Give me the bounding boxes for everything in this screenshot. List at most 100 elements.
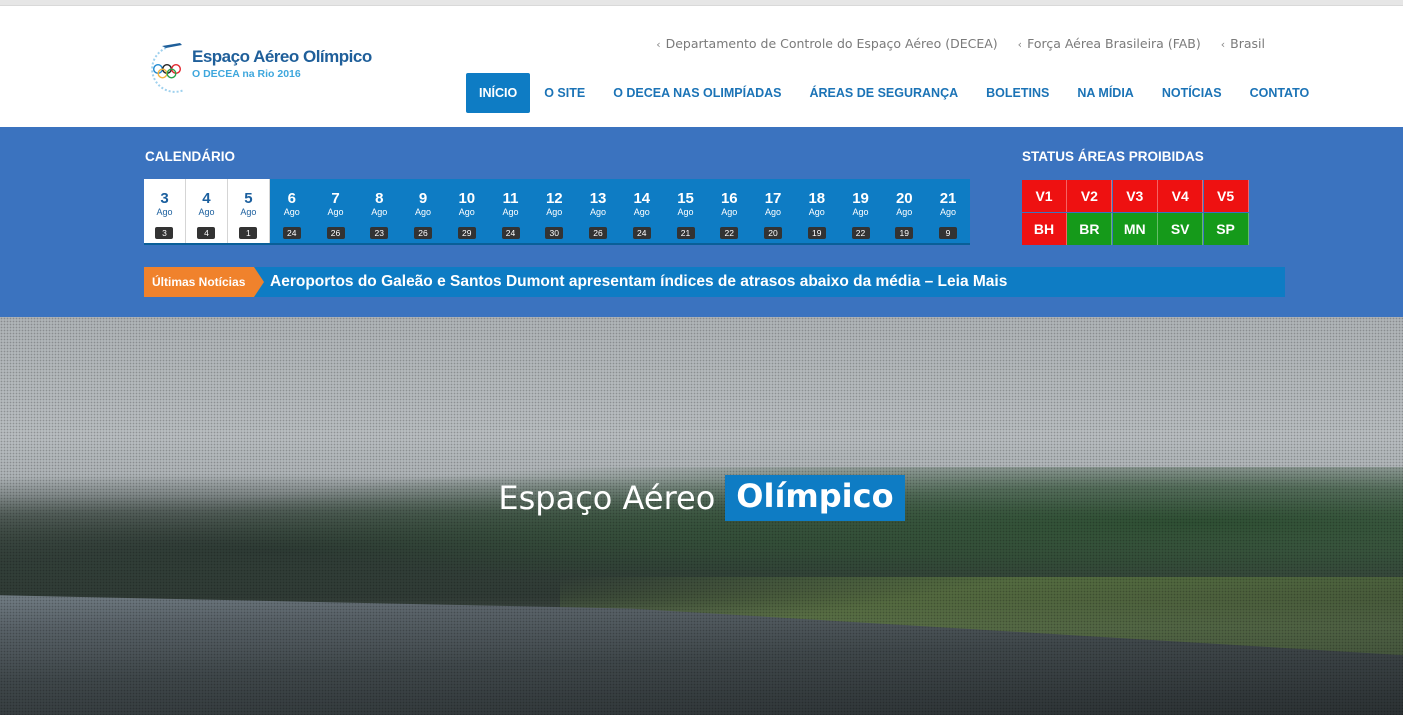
calendar-day[interactable]: 9 Ago 26 bbox=[401, 179, 445, 243]
calendar-day-number: 14 bbox=[633, 190, 651, 207]
calendar-day-count: 19 bbox=[895, 227, 914, 239]
calendar-title: CALENDÁRIO bbox=[145, 149, 235, 164]
calendar-day-number: 3 bbox=[160, 190, 169, 207]
nav-item-boletins[interactable]: BOLETINS bbox=[972, 73, 1063, 113]
status-area-sp[interactable]: SP bbox=[1203, 213, 1249, 245]
calendar-day[interactable]: 3 Ago 3 bbox=[144, 179, 186, 243]
hero-banner: Espaço Aéreo Olímpico bbox=[0, 317, 1403, 715]
calendar-day-number: 7 bbox=[331, 190, 340, 207]
calendar-day-number: 19 bbox=[852, 190, 869, 207]
nav-item-inicio[interactable]: INÍCIO bbox=[466, 73, 531, 113]
calendar-day-count: 4 bbox=[197, 227, 216, 239]
status-area-br[interactable]: BR bbox=[1067, 213, 1113, 245]
calendar-day[interactable]: 11 Ago 24 bbox=[489, 179, 533, 243]
status-row: BH BR MN SV SP bbox=[1022, 213, 1249, 246]
calendar-day[interactable]: 18 Ago 19 bbox=[795, 179, 839, 243]
calendar-day-month: Ago bbox=[633, 207, 650, 217]
calendar-day-month: Ago bbox=[240, 207, 257, 217]
hero-title-strong: Olímpico bbox=[725, 475, 905, 521]
logo-title: Espaço Aéreo Olímpico bbox=[192, 47, 372, 66]
calendar-day[interactable]: 17 Ago 20 bbox=[751, 179, 795, 243]
calendar-day-number: 16 bbox=[720, 190, 738, 207]
calendar-day-number: 10 bbox=[458, 190, 476, 207]
calendar-strip: 3 Ago 3 4 Ago 4 5 Ago 1 6 Ago 24 7 Ago 26 8 Ago 23 9 Ago 26 1… bbox=[144, 179, 970, 245]
calendar-day[interactable]: 10 Ago 29 bbox=[445, 179, 489, 243]
calendar-day-count: 24 bbox=[632, 227, 651, 239]
calendar-day[interactable]: 14 Ago 24 bbox=[620, 179, 664, 243]
status-area-v5[interactable]: V5 bbox=[1203, 180, 1249, 212]
calendar-day[interactable]: 5 Ago 1 bbox=[227, 179, 270, 243]
calendar-day-month: Ago bbox=[283, 207, 300, 217]
olympic-rings-logo-icon bbox=[151, 43, 185, 93]
calendar-day[interactable]: 19 Ago 22 bbox=[839, 179, 883, 243]
calendar-day-month: Ago bbox=[808, 207, 825, 217]
calendar-day-count: 26 bbox=[589, 227, 608, 239]
top-links: ‹ Departamento de Controle do Espaço Aére… bbox=[656, 36, 1265, 51]
calendar-day[interactable]: 4 Ago 4 bbox=[185, 179, 228, 243]
calendar-day-count: 3 bbox=[155, 227, 174, 239]
calendar-day-number: 11 bbox=[502, 190, 519, 207]
news-ticker: Últimas Notícias Aeroportos do Galeão e … bbox=[144, 267, 1285, 297]
calendar-day-count: 22 bbox=[720, 227, 739, 239]
status-area-mn[interactable]: MN bbox=[1112, 213, 1158, 245]
calendar-day-month: Ago bbox=[502, 207, 519, 217]
calendar-day-count: 1 bbox=[239, 227, 258, 239]
calendar-day[interactable]: 12 Ago 30 bbox=[532, 179, 576, 243]
status-area-v3[interactable]: V3 bbox=[1112, 180, 1158, 212]
nav-item-areas-seguranca[interactable]: ÁREAS DE SEGURANÇA bbox=[796, 73, 973, 113]
nav-item-decea-olimpiadas[interactable]: O DECEA NAS OLIMPÍADAS bbox=[599, 73, 795, 113]
status-area-v1[interactable]: V1 bbox=[1022, 180, 1067, 212]
calendar-day-month: Ago bbox=[156, 207, 173, 217]
nav-item-noticias[interactable]: NOTÍCIAS bbox=[1148, 73, 1236, 113]
calendar-day-month: Ago bbox=[940, 207, 957, 217]
calendar-day-number: 12 bbox=[545, 190, 563, 207]
calendar-day-number: 21 bbox=[939, 190, 957, 207]
info-band: CALENDÁRIO 3 Ago 3 4 Ago 4 5 Ago 1 6 Ago 24 7 Ago 26 8 A… bbox=[0, 127, 1403, 317]
calendar-day-month: Ago bbox=[198, 207, 215, 217]
status-area-sv[interactable]: SV bbox=[1158, 213, 1204, 245]
calendar-day-month: Ago bbox=[677, 207, 694, 217]
chevron-left-icon: ‹ bbox=[1017, 38, 1023, 51]
ticker-headline-link[interactable]: Aeroportos do Galeão e Santos Dumont apr… bbox=[270, 267, 1007, 297]
status-area-bh[interactable]: BH bbox=[1022, 213, 1067, 245]
toplink-label: Departamento de Controle do Espaço Aéreo… bbox=[665, 36, 998, 51]
hero-title-light: Espaço Aéreo bbox=[498, 479, 716, 517]
nav-item-na-midia[interactable]: NA MÍDIA bbox=[1063, 73, 1147, 113]
calendar-day[interactable]: 8 Ago 23 bbox=[357, 179, 401, 243]
calendar-day-number: 18 bbox=[808, 190, 826, 207]
calendar-day-count: 26 bbox=[326, 227, 345, 239]
calendar-day[interactable]: 16 Ago 22 bbox=[707, 179, 751, 243]
calendar-day-month: Ago bbox=[415, 207, 432, 217]
calendar-day-month: Ago bbox=[327, 207, 344, 217]
calendar-day-number: 5 bbox=[244, 190, 253, 207]
chevron-left-icon: ‹ bbox=[656, 38, 661, 51]
calendar-day[interactable]: 21 Ago 9 bbox=[926, 179, 970, 243]
status-area-v2[interactable]: V2 bbox=[1067, 180, 1113, 212]
calendar-day-month: Ago bbox=[765, 207, 782, 217]
calendar-day-number: 13 bbox=[589, 190, 607, 207]
toplink-decea[interactable]: ‹ Departamento de Controle do Espaço Aére… bbox=[656, 36, 997, 51]
calendar-day-month: Ago bbox=[852, 207, 869, 217]
site-header: Espaço Aéreo Olímpico O DECEA na Rio 201… bbox=[0, 6, 1403, 127]
calendar-day-count: 24 bbox=[501, 227, 520, 239]
main-nav: INÍCIO O SITE O DECEA NAS OLIMPÍADAS ÁRE… bbox=[466, 73, 1323, 113]
calendar-day-number: 9 bbox=[418, 190, 428, 207]
calendar-day[interactable]: 20 Ago 19 bbox=[882, 179, 926, 243]
status-grid: V1 V2 V3 V4 V5 BH BR MN SV SP bbox=[1022, 180, 1249, 246]
nav-item-contato[interactable]: CONTATO bbox=[1236, 73, 1324, 113]
status-title: STATUS ÁREAS PROIBIDAS bbox=[1022, 149, 1204, 164]
calendar-day-number: 8 bbox=[375, 190, 384, 207]
site-logo[interactable]: Espaço Aéreo Olímpico O DECEA na Rio 201… bbox=[144, 40, 374, 96]
status-area-v4[interactable]: V4 bbox=[1158, 180, 1204, 212]
calendar-day-count: 9 bbox=[939, 227, 958, 239]
calendar-day-count: 21 bbox=[676, 227, 695, 239]
toplink-fab[interactable]: ‹ Força Aérea Brasileira (FAB) bbox=[1018, 36, 1201, 51]
calendar-day-count: 24 bbox=[282, 227, 301, 239]
calendar-day[interactable]: 13 Ago 26 bbox=[576, 179, 620, 243]
calendar-day[interactable]: 7 Ago 26 bbox=[314, 179, 358, 243]
calendar-day[interactable]: 6 Ago 24 bbox=[270, 179, 314, 243]
calendar-day-count: 22 bbox=[851, 227, 870, 239]
calendar-day[interactable]: 15 Ago 21 bbox=[664, 179, 708, 243]
toplink-brasil[interactable]: ‹ Brasil bbox=[1221, 36, 1265, 51]
nav-item-o-site[interactable]: O SITE bbox=[530, 73, 599, 113]
